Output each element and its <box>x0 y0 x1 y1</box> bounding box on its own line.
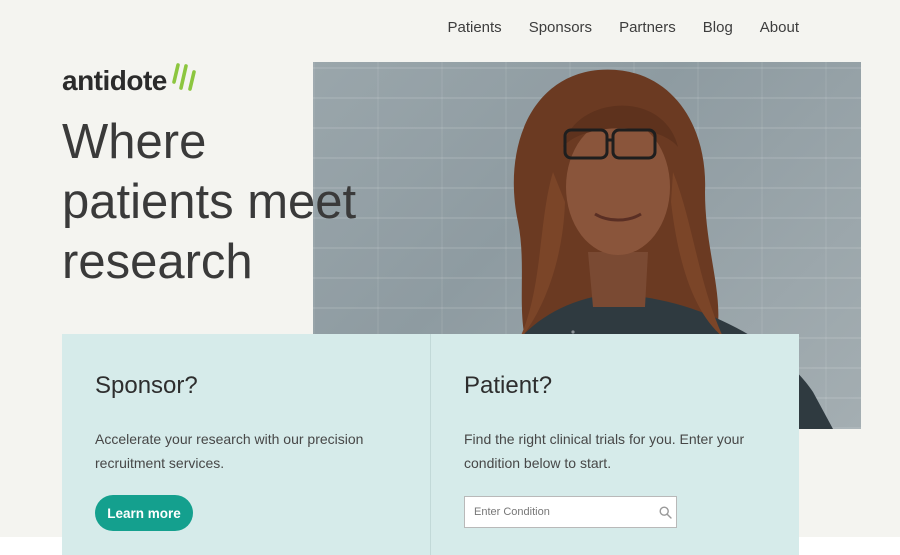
nav-partners[interactable]: Partners <box>619 19 676 36</box>
nav-about[interactable]: About <box>760 19 799 36</box>
logo[interactable]: antidote <box>62 62 198 96</box>
hero-title-line-1: Where <box>62 115 207 169</box>
sponsor-card-title: Sponsor? <box>95 372 198 399</box>
search-icon[interactable] <box>654 505 676 519</box>
patient-card-title: Patient? <box>464 372 553 399</box>
sponsor-card: Sponsor? Accelerate your research with o… <box>62 334 430 555</box>
learn-more-button[interactable]: Learn more <box>95 495 193 531</box>
patient-card-text: Find the right clinical trials for you. … <box>464 431 745 471</box>
nav-patients[interactable]: Patients <box>447 19 501 36</box>
hero-title-line-3: research <box>62 235 253 289</box>
nav-blog[interactable]: Blog <box>703 19 733 36</box>
main-nav: Patients Sponsors Partners Blog About <box>447 19 799 36</box>
hero-title: Where patients meet research <box>62 112 362 292</box>
condition-search-input[interactable] <box>465 497 654 527</box>
condition-search <box>464 496 677 528</box>
cta-cards: Sponsor? Accelerate your research with o… <box>62 334 799 555</box>
slash-mark-icon <box>172 63 196 91</box>
patient-card: Patient? Find the right clinical trials … <box>430 334 799 555</box>
nav-sponsors[interactable]: Sponsors <box>529 19 592 36</box>
logo-text: antidote <box>62 65 167 96</box>
hero-title-line-2: patients meet <box>62 175 357 229</box>
sponsor-card-text: Accelerate your research with our precis… <box>95 431 364 471</box>
